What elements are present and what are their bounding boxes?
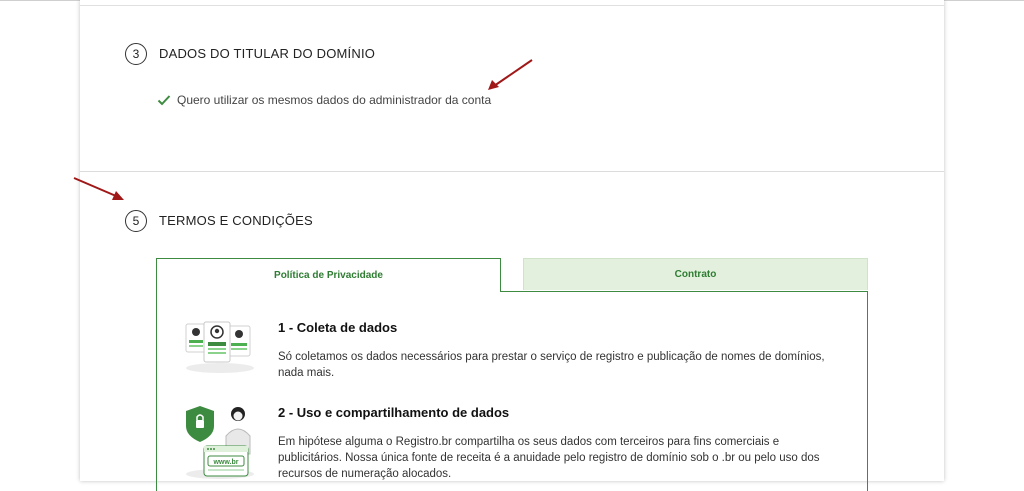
privacy-shield-illustration-icon: www.br bbox=[186, 406, 254, 479]
item-body-coleta: Só coletamos os dados necessários para p… bbox=[278, 351, 825, 379]
section-title-termos: TERMOS E CONDIÇÕES bbox=[159, 213, 313, 228]
tab-privacy-policy[interactable]: Política de Privacidade bbox=[156, 258, 501, 292]
www-br-label: www.br bbox=[212, 459, 238, 466]
documents-illustration-icon bbox=[185, 321, 254, 373]
annotation-arrow-icon bbox=[488, 59, 533, 90]
annotation-arrow-icon bbox=[73, 177, 124, 200]
step-number-5: 5 bbox=[125, 210, 147, 232]
tab-contract[interactable]: Contrato bbox=[523, 258, 868, 290]
item-title-uso: 2 - Uso e compartilhamento de dados bbox=[278, 405, 510, 420]
step-number-3: 3 bbox=[125, 43, 147, 65]
same-data-checkbox[interactable]: Quero utilizar os mesmos dados do admini… bbox=[157, 93, 491, 107]
section-title-titular: DADOS DO TITULAR DO DOMÍNIO bbox=[159, 46, 376, 61]
section-divider bbox=[80, 171, 944, 172]
same-data-checkbox-label: Quero utilizar os mesmos dados do admini… bbox=[177, 93, 492, 107]
card-top-divider bbox=[80, 5, 944, 6]
checkmark-icon bbox=[157, 95, 171, 106]
item-title-coleta: 1 - Coleta de dados bbox=[278, 320, 398, 335]
item-body-uso: Em hipótese alguma o Registro.br compart… bbox=[278, 436, 820, 480]
